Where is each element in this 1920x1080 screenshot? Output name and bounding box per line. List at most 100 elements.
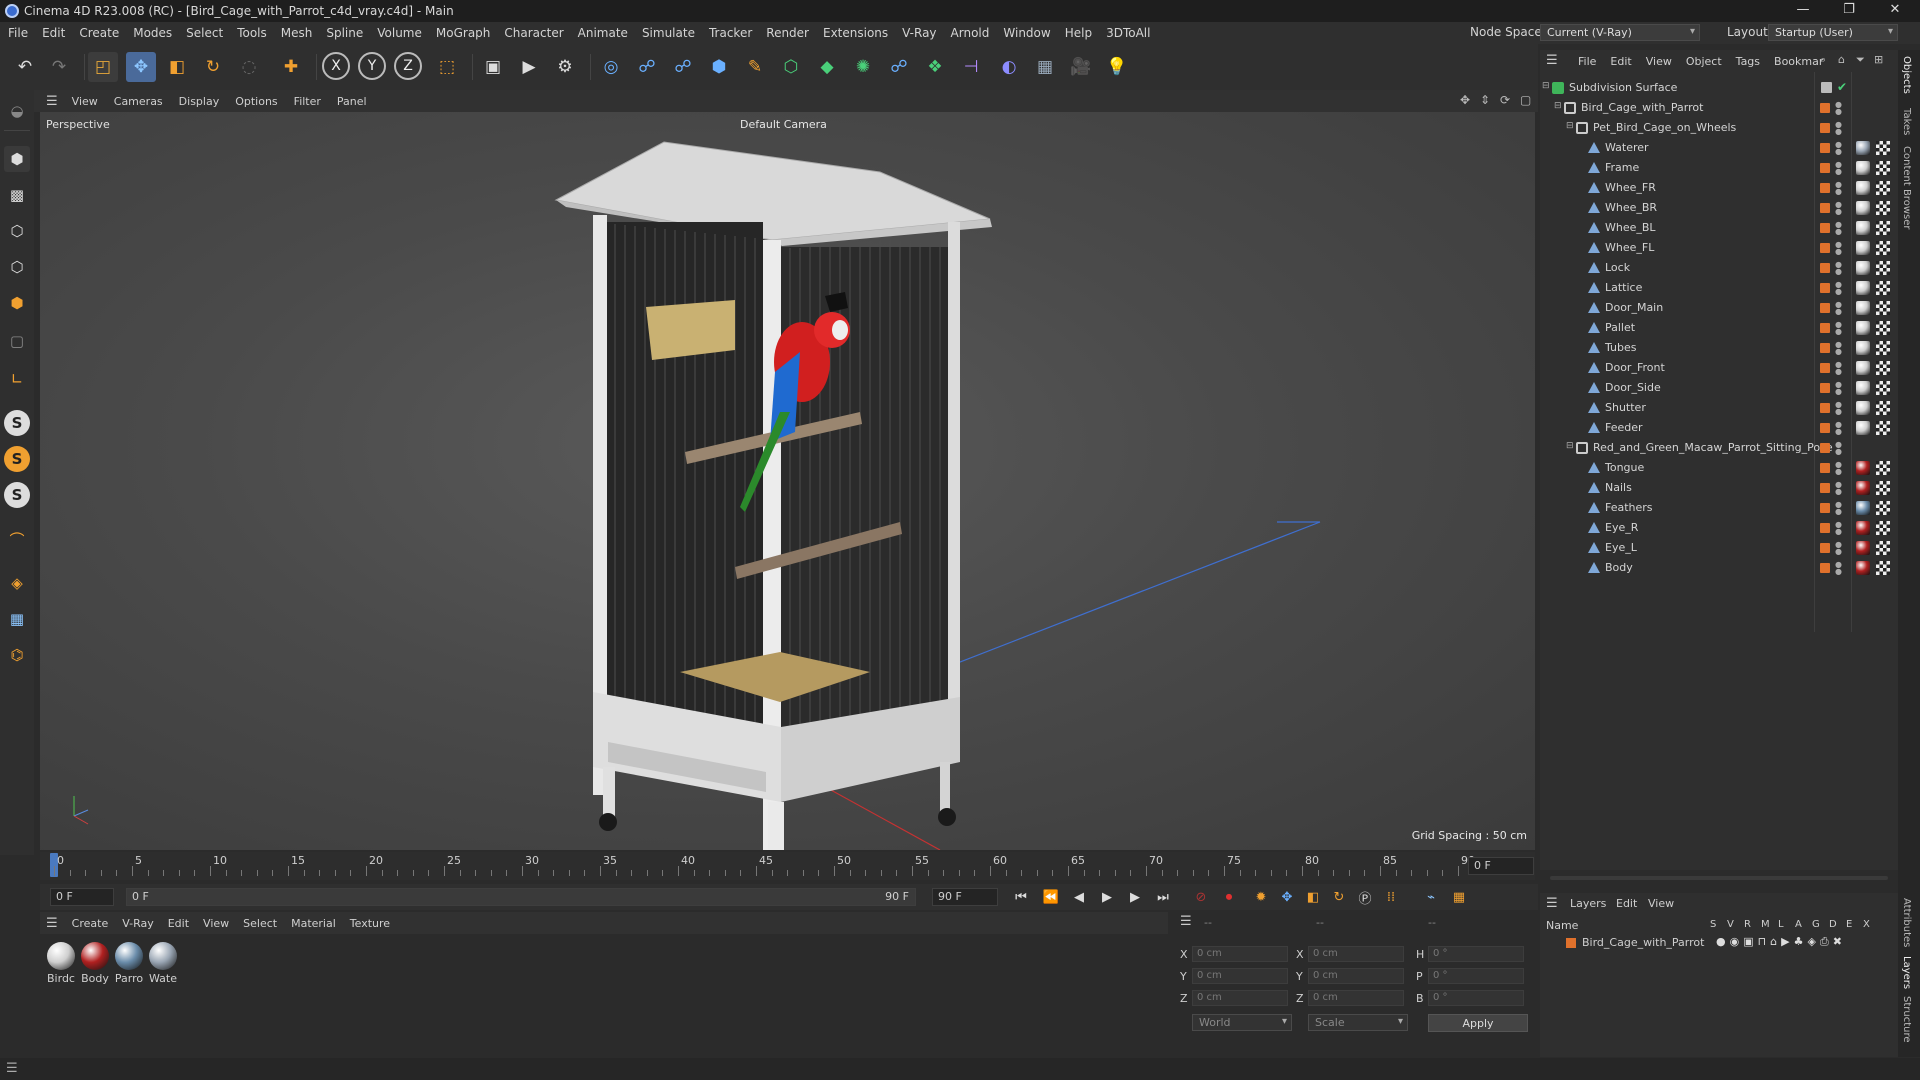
layer-color-icon[interactable]: [1820, 123, 1830, 133]
object-row[interactable]: ⊟ Bird_Cage_with_Parrot ● ●: [1540, 98, 1898, 118]
object-row[interactable]: Eye_R ● ●: [1540, 518, 1898, 538]
material-tag-icon[interactable]: [1856, 541, 1870, 555]
layers-menu-layers[interactable]: Layers: [1570, 897, 1606, 910]
camera-icon[interactable]: 🎥: [1066, 52, 1096, 82]
key-position-icon[interactable]: ✥: [1276, 887, 1298, 907]
locked-workplane-icon[interactable]: ⌬: [4, 642, 30, 668]
visibility-dots-icon[interactable]: ● ●: [1835, 321, 1842, 336]
light-icon[interactable]: 💡: [1102, 52, 1132, 82]
render-to-picture-viewer-icon[interactable]: ▶: [514, 52, 544, 82]
object-row[interactable]: Tubes ● ●: [1540, 338, 1898, 358]
visibility-dots-icon[interactable]: ● ●: [1835, 481, 1842, 496]
visibility-dots-icon[interactable]: ● ●: [1835, 441, 1842, 456]
size-z-field[interactable]: 0 cm: [1308, 990, 1404, 1006]
max-frame-field[interactable]: 90 F: [932, 888, 998, 906]
material-tag-icon[interactable]: [1856, 161, 1870, 175]
visibility-dots-icon[interactable]: ● ●: [1835, 261, 1842, 276]
material-hamburger-icon[interactable]: ☰: [46, 916, 58, 931]
visibility-dots-icon[interactable]: ● ●: [1835, 221, 1842, 236]
layer-color-icon[interactable]: [1820, 423, 1830, 433]
undo-icon[interactable]: ↶: [10, 52, 40, 82]
visibility-dots-icon[interactable]: ● ●: [1835, 341, 1842, 356]
go-to-start-icon[interactable]: ⏮: [1010, 887, 1032, 907]
status-hamburger-icon[interactable]: ☰: [6, 1061, 18, 1076]
layer-color-icon[interactable]: [1820, 543, 1830, 553]
layer-color-icon[interactable]: [1820, 163, 1830, 173]
model-mode-icon[interactable]: ⬢: [4, 146, 30, 172]
object-menu-tags[interactable]: Tags: [1736, 55, 1760, 68]
material-tag-icon[interactable]: [1856, 141, 1870, 155]
material-tag-icon[interactable]: [1856, 221, 1870, 235]
object-name[interactable]: Lattice: [1605, 281, 1642, 294]
pos-y-field[interactable]: 0 cm: [1192, 968, 1288, 984]
viewport-menu-panel[interactable]: Panel: [337, 95, 367, 108]
texture-tag-icon[interactable]: [1876, 241, 1890, 255]
object-row[interactable]: Door_Front ● ●: [1540, 358, 1898, 378]
object-name[interactable]: Red_and_Green_Macaw_Parrot_Sitting_Pose: [1593, 441, 1833, 454]
menu-simulate[interactable]: Simulate: [642, 26, 695, 40]
visibility-dots-icon[interactable]: ● ●: [1835, 561, 1842, 576]
layer-color-icon[interactable]: [1820, 203, 1830, 213]
render-settings-icon[interactable]: ⚙: [550, 52, 580, 82]
layer-color-icon[interactable]: [1820, 363, 1830, 373]
viewport-zoom-icon[interactable]: ⇕: [1480, 93, 1490, 107]
perspective-viewport[interactable]: Perspective Default Camera Grid Spacing …: [40, 112, 1535, 850]
layer-color-swatch[interactable]: [1566, 938, 1576, 948]
motion-system-icon[interactable]: ⌁: [1420, 887, 1442, 907]
make-editable-icon[interactable]: ◒: [4, 98, 30, 124]
layers-menu-view[interactable]: View: [1648, 897, 1674, 910]
layer-color-icon[interactable]: [1820, 563, 1830, 573]
object-row[interactable]: Whee_BR ● ●: [1540, 198, 1898, 218]
material-menu-view[interactable]: View: [203, 917, 229, 930]
object-menu-object[interactable]: Object: [1686, 55, 1722, 68]
expand-toggle-icon[interactable]: ⊟: [1566, 121, 1574, 131]
layer-color-icon[interactable]: [1820, 403, 1830, 413]
current-frame-field[interactable]: 0 F: [50, 888, 114, 906]
object-name[interactable]: Shutter: [1605, 401, 1646, 414]
coordinate-system-icon[interactable]: ⬚: [432, 52, 462, 82]
layer-toggle-icons[interactable]: ●◉▣⊓⌂▶♣◈⎙✖: [1716, 935, 1846, 949]
size-x-field[interactable]: 0 cm: [1308, 946, 1404, 962]
texture-tag-icon[interactable]: [1876, 481, 1890, 495]
object-name[interactable]: Frame: [1605, 161, 1639, 174]
texture-tag-icon[interactable]: [1876, 521, 1890, 535]
viewport-menu-filter[interactable]: Filter: [294, 95, 321, 108]
material-menu-vray[interactable]: V-Ray: [122, 917, 154, 930]
layer-color-icon[interactable]: [1820, 263, 1830, 273]
mograph-icon[interactable]: ❖: [920, 52, 950, 82]
editor-visibility-icon[interactable]: [1821, 82, 1832, 93]
object-home-icon[interactable]: ⌂: [1838, 53, 1845, 66]
points-mode-icon[interactable]: ⬡: [4, 218, 30, 244]
rot-p-field[interactable]: 0 °: [1428, 968, 1524, 984]
object-new-window-icon[interactable]: ⊞: [1874, 53, 1883, 66]
layer-color-icon[interactable]: [1820, 343, 1830, 353]
object-name[interactable]: Tongue: [1605, 461, 1644, 474]
visibility-dots-icon[interactable]: ● ●: [1835, 241, 1842, 256]
material-tag-icon[interactable]: [1856, 481, 1870, 495]
menu-edit[interactable]: Edit: [42, 26, 65, 40]
menu-volume[interactable]: Volume: [377, 26, 422, 40]
layers-menu-edit[interactable]: Edit: [1616, 897, 1637, 910]
tab-structure[interactable]: Structure: [1901, 996, 1912, 1043]
menu-modes[interactable]: Modes: [133, 26, 172, 40]
object-menu-file[interactable]: File: [1578, 55, 1596, 68]
texture-tag-icon[interactable]: [1876, 341, 1890, 355]
material-swatch[interactable]: Parro: [114, 942, 144, 985]
key-parameter-icon[interactable]: Ⓟ: [1354, 887, 1376, 907]
object-row[interactable]: Door_Side ● ●: [1540, 378, 1898, 398]
object-name[interactable]: Door_Side: [1605, 381, 1661, 394]
object-row[interactable]: Pallet ● ●: [1540, 318, 1898, 338]
layer-color-icon[interactable]: [1820, 443, 1830, 453]
menu-mesh[interactable]: Mesh: [281, 26, 313, 40]
texture-tag-icon[interactable]: [1876, 321, 1890, 335]
texture-tag-icon[interactable]: [1876, 181, 1890, 195]
add-object-icon[interactable]: ✚: [276, 52, 306, 82]
minimize-button[interactable]: —: [1788, 2, 1818, 17]
expand-toggle-icon[interactable]: ⊟: [1542, 81, 1550, 91]
play-icon[interactable]: ▶: [1096, 887, 1118, 907]
texture-tag-icon[interactable]: [1876, 561, 1890, 575]
python-script-icon-1[interactable]: ☍: [632, 52, 662, 82]
layer-color-icon[interactable]: [1820, 503, 1830, 513]
layer-color-icon[interactable]: [1820, 323, 1830, 333]
end-frame-field[interactable]: 0 F: [1468, 857, 1534, 875]
